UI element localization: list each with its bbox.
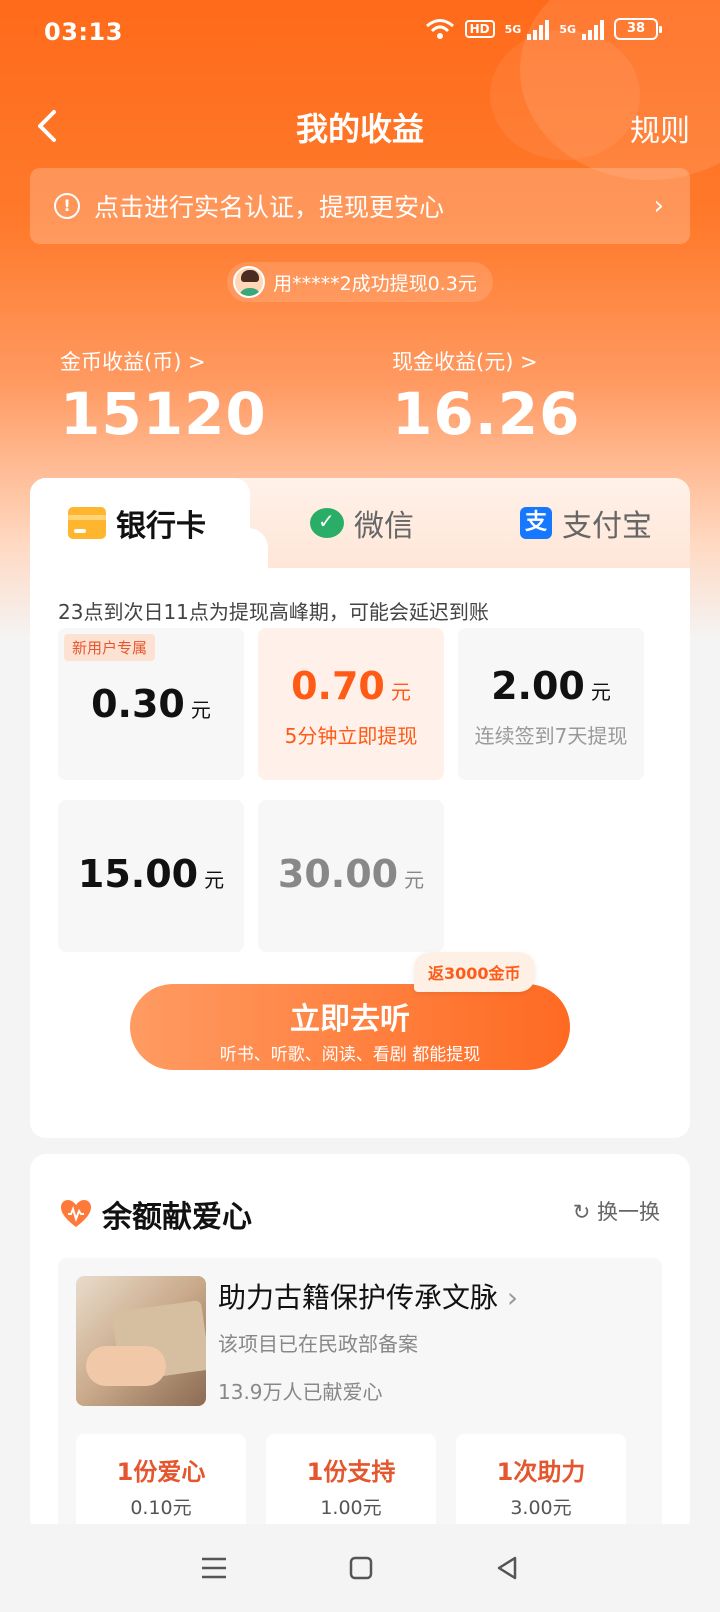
donation-option[interactable]: 1份支持 1.00元 (266, 1434, 436, 1534)
status-time: 03:13 (44, 18, 123, 46)
project-count: 13.9万人已献爱心 (218, 1380, 383, 1404)
amount-option-selected[interactable]: 0.70 元 5分钟立即提现 (258, 628, 444, 780)
refresh-label: 换一换 (597, 1200, 660, 1224)
coin-reward-badge: 返3000金币 (414, 952, 535, 992)
refresh-button[interactable]: ↻ 换一换 (573, 1196, 660, 1226)
signal-icon (527, 18, 550, 40)
donation-price: 3.00元 (510, 1497, 572, 1519)
tab-alipay[interactable]: 支 支付宝 (520, 478, 652, 568)
wechat-icon (310, 508, 344, 538)
network-label: 5G (559, 22, 576, 36)
info-icon: ! (54, 193, 80, 219)
rules-link[interactable]: 规则 (630, 106, 690, 150)
heart-icon (61, 1200, 91, 1227)
status-icons: HD 5G 5G 38 (425, 18, 662, 40)
chevron-right-icon: › (506, 1281, 519, 1314)
cash-earnings-label: 现金收益(元) > (392, 350, 538, 374)
menu-icon[interactable] (199, 1555, 229, 1581)
donation-label: 1份爱心 (116, 1458, 206, 1486)
donation-label: 1份支持 (306, 1458, 396, 1486)
home-icon[interactable] (347, 1554, 375, 1582)
verify-banner-text: 点击进行实名认证，提现更安心 (94, 193, 445, 222)
coin-earnings-label: 金币收益(币) > (60, 350, 206, 374)
payment-tabs: 银行卡 微信 支 支付宝 (30, 478, 690, 568)
donation-price: 0.10元 (130, 1497, 192, 1519)
amount-option[interactable]: 30.00 元 (258, 800, 444, 952)
amount-option[interactable]: 2.00 元 连续签到7天提现 (458, 628, 644, 780)
tab-label: 银行卡 (116, 509, 206, 544)
donation-option[interactable]: 1份爱心 0.10元 (76, 1434, 246, 1534)
donation-label: 1次助力 (496, 1458, 586, 1486)
amount-value: 30.00 元 (277, 852, 425, 896)
wifi-icon (425, 19, 454, 39)
amount-sub: 5分钟立即提现 (284, 724, 418, 748)
withdraw-ticker: 用*****2成功提现0.3元 (0, 262, 720, 302)
amount-value: 0.70 元 (291, 664, 411, 708)
withdraw-card: 银行卡 微信 支 支付宝 23点到次日11点为提现高峰期，可能会延迟到账 新用户… (30, 478, 690, 1138)
new-user-tag: 新用户专属 (64, 634, 156, 661)
charity-project[interactable]: 助力古籍保护传承文脉 › 该项目已在民政部备案 13.9万人已献爱心 1份爱心 … (58, 1258, 662, 1548)
charity-card: 余额献爱心 ↻ 换一换 助力古籍保护传承文脉 › 该项目已在民政部备案 13.9… (30, 1154, 690, 1548)
hd-icon: HD (464, 20, 495, 38)
refresh-icon: ↻ (572, 1200, 591, 1224)
amount-option[interactable]: 15.00 元 (58, 800, 244, 952)
system-nav-bar (0, 1524, 720, 1612)
coin-earnings-value: 15120 (60, 380, 267, 448)
avatar (233, 266, 266, 298)
nav-bar: 我的收益 规则 (0, 96, 720, 156)
listen-now-button[interactable]: 立即去听 听书、听歌、阅读、看剧 都能提现 (130, 984, 570, 1070)
amount-value: 2.00 元 (491, 664, 611, 708)
back-triangle-icon[interactable] (493, 1554, 521, 1582)
amount-sub: 连续签到7天提现 (474, 724, 628, 748)
project-title: 助力古籍保护传承文脉 › (218, 1281, 519, 1314)
tab-wechat[interactable]: 微信 (310, 478, 414, 568)
cash-earnings[interactable]: 现金收益(元) > 16.26 (392, 346, 580, 448)
tab-bank-card[interactable]: 银行卡 (68, 478, 206, 568)
amount-option[interactable]: 新用户专属 0.30 元 (58, 628, 244, 780)
project-thumbnail (76, 1276, 206, 1406)
amount-value: 0.30 元 (91, 682, 211, 726)
cash-earnings-value: 16.26 (392, 380, 581, 448)
verify-banner[interactable]: ! 点击进行实名认证，提现更安心 › (30, 168, 690, 244)
tab-label: 支付宝 (562, 509, 652, 544)
listen-now-sub: 听书、听歌、阅读、看剧 都能提现 (219, 1045, 481, 1065)
ticker-pill: 用*****2成功提现0.3元 (227, 262, 493, 302)
peak-notice: 23点到次日11点为提现高峰期，可能会延迟到账 (58, 600, 489, 624)
signal-icon (582, 18, 604, 40)
bank-card-icon (68, 507, 106, 539)
coin-earnings[interactable]: 金币收益(币) > 15120 (60, 346, 267, 448)
charity-title: 余额献爱心 (60, 1192, 252, 1236)
network-label: 5G (504, 22, 522, 36)
donation-option[interactable]: 1次助力 3.00元 (456, 1434, 626, 1534)
alipay-icon: 支 (520, 507, 552, 539)
status-bar: 03:13 HD 5G 5G 38 (0, 0, 720, 64)
ticker-text: 用*****2成功提现0.3元 (273, 272, 477, 295)
project-desc: 该项目已在民政部备案 (218, 1332, 418, 1356)
donation-price: 1.00元 (320, 1497, 382, 1519)
listen-now-label: 立即去听 (290, 1002, 410, 1037)
tab-label: 微信 (354, 509, 414, 544)
charity-title-text: 余额献爱心 (102, 1200, 252, 1235)
amount-value: 15.00 元 (77, 852, 225, 896)
battery-icon: 38 (614, 18, 662, 40)
page-title: 我的收益 (295, 110, 424, 148)
chevron-right-icon: › (653, 191, 664, 221)
